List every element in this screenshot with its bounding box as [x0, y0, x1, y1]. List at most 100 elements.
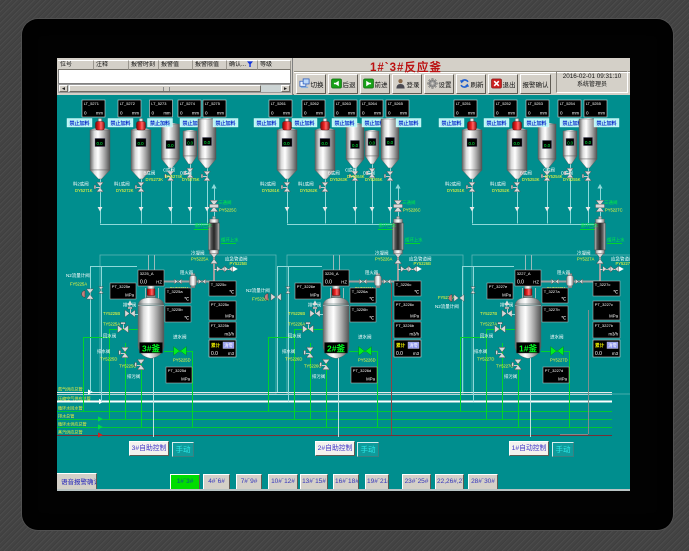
- scroll-thumb[interactable]: [69, 85, 261, 92]
- valve-icon[interactable]: [557, 347, 563, 356]
- valve-icon[interactable]: [322, 359, 329, 364]
- alarm-column-3[interactable]: 报警值: [159, 60, 193, 70]
- valve-icon[interactable]: [555, 279, 558, 284]
- valve-icon[interactable]: [198, 279, 201, 284]
- nav-tab-8[interactable]: 22,26#,27#: [435, 474, 464, 490]
- valve-icon[interactable]: [359, 279, 362, 284]
- valve-icon[interactable]: [138, 182, 145, 186]
- toolbar-button-forward[interactable]: 前进: [360, 74, 390, 94]
- valve-icon[interactable]: [514, 187, 521, 191]
- valve-icon[interactable]: [121, 347, 128, 352]
- feed-tank[interactable]: [507, 130, 527, 170]
- valve-icon[interactable]: [585, 171, 592, 175]
- nav-tab-7[interactable]: 23#`25#: [402, 474, 431, 490]
- valve-icon[interactable]: [130, 310, 135, 317]
- nav-tab-1[interactable]: 4#`6#: [203, 474, 230, 490]
- valve-icon[interactable]: [118, 325, 123, 333]
- valve-icon[interactable]: [551, 347, 557, 356]
- valve-icon[interactable]: [271, 293, 276, 300]
- valve-icon[interactable]: [284, 187, 291, 191]
- valve-icon[interactable]: [202, 279, 205, 284]
- reactor-vessel[interactable]: [138, 304, 164, 346]
- reactor-vessel[interactable]: [515, 304, 541, 346]
- alarm-column-4[interactable]: 报警限值: [193, 60, 227, 70]
- valve-icon[interactable]: [174, 347, 180, 356]
- scroll-right-button[interactable]: ►: [281, 85, 290, 92]
- valve-icon[interactable]: [387, 176, 394, 180]
- valve-icon[interactable]: [180, 347, 186, 356]
- valve-icon[interactable]: [303, 325, 308, 333]
- valve-icon[interactable]: [315, 310, 320, 317]
- toolbar-button-login[interactable]: 登录: [392, 74, 422, 94]
- manual-button-3[interactable]: 手动: [172, 442, 194, 457]
- valve-icon[interactable]: [286, 290, 291, 293]
- feed-tank[interactable]: [462, 130, 482, 170]
- alarm-column-1[interactable]: 注释: [94, 60, 129, 70]
- valve-icon[interactable]: [97, 182, 104, 186]
- valve-icon[interactable]: [86, 289, 93, 294]
- valve-icon[interactable]: [500, 325, 505, 333]
- valve-icon[interactable]: [387, 171, 394, 175]
- alarm-column-5[interactable]: 确认...: [227, 60, 258, 70]
- alarm-table-body[interactable]: [58, 70, 291, 84]
- nav-tab-0[interactable]: 1#`3#: [170, 474, 200, 490]
- valve-icon[interactable]: [308, 325, 313, 333]
- valve-icon[interactable]: [284, 182, 291, 186]
- valve-icon[interactable]: [585, 176, 592, 180]
- alarm-column-6[interactable]: 等级: [258, 60, 291, 70]
- valve-icon[interactable]: [387, 279, 390, 284]
- nav-tab-2[interactable]: 7#`9#: [236, 474, 262, 490]
- feed-tank[interactable]: [277, 130, 297, 170]
- alarm-table-scrollbar[interactable]: ◄ ►: [58, 84, 291, 93]
- valve-icon[interactable]: [394, 259, 401, 264]
- nav-tab-9[interactable]: 28#`30#: [468, 474, 498, 490]
- toolbar-button-exit[interactable]: 退出: [488, 74, 518, 94]
- valve-icon[interactable]: [137, 359, 144, 364]
- manual-button-1[interactable]: 手动: [552, 442, 574, 457]
- valve-icon[interactable]: [224, 266, 228, 272]
- valve-icon[interactable]: [469, 187, 476, 191]
- alarm-ack-button[interactable]: 报警确认: [520, 74, 551, 94]
- valve-icon[interactable]: [310, 310, 315, 317]
- valve-icon[interactable]: [469, 182, 476, 186]
- valve-icon[interactable]: [210, 259, 217, 264]
- valve-icon[interactable]: [401, 266, 405, 272]
- valve-icon[interactable]: [204, 176, 211, 180]
- valve-icon[interactable]: [579, 279, 582, 284]
- alarm-column-0[interactable]: 位号: [58, 60, 94, 70]
- valve-icon[interactable]: [99, 290, 104, 293]
- valve-icon[interactable]: [99, 287, 104, 290]
- valve-icon[interactable]: [178, 279, 181, 284]
- valve-icon[interactable]: [306, 347, 313, 352]
- valve-icon[interactable]: [97, 187, 104, 191]
- nav-tab-3[interactable]: 10#`12#: [268, 474, 298, 490]
- valve-icon[interactable]: [217, 266, 221, 272]
- valve-icon[interactable]: [502, 310, 507, 317]
- valve-icon[interactable]: [575, 279, 578, 284]
- valve-icon[interactable]: [204, 171, 211, 175]
- valve-icon[interactable]: [359, 347, 365, 356]
- valve-icon[interactable]: [174, 279, 177, 284]
- valve-icon[interactable]: [603, 266, 607, 272]
- valve-icon[interactable]: [551, 279, 554, 284]
- valve-icon[interactable]: [86, 294, 93, 299]
- auto-control-button-1[interactable]: 1#自动控制: [509, 441, 549, 456]
- nav-tab-6[interactable]: 19#`21#: [365, 474, 389, 490]
- valve-icon[interactable]: [471, 287, 476, 290]
- valve-icon[interactable]: [471, 290, 476, 293]
- valve-icon[interactable]: [413, 266, 417, 272]
- valve-icon[interactable]: [514, 359, 521, 364]
- valve-icon[interactable]: [322, 182, 329, 186]
- valve-icon[interactable]: [408, 266, 412, 272]
- valve-icon[interactable]: [495, 325, 500, 333]
- manual-button-2[interactable]: 手动: [357, 442, 379, 457]
- valve-icon[interactable]: [610, 266, 614, 272]
- reactor-vessel[interactable]: [323, 304, 349, 346]
- feed-tank[interactable]: [315, 130, 335, 170]
- feed-tank[interactable]: [131, 130, 151, 170]
- nav-tab-4[interactable]: 13#`15#: [300, 474, 328, 490]
- valve-icon[interactable]: [459, 294, 464, 301]
- nav-tab-5[interactable]: 16#`18#: [333, 474, 359, 490]
- alarm-column-2[interactable]: 报警时刻: [129, 60, 159, 70]
- valve-icon[interactable]: [383, 279, 386, 284]
